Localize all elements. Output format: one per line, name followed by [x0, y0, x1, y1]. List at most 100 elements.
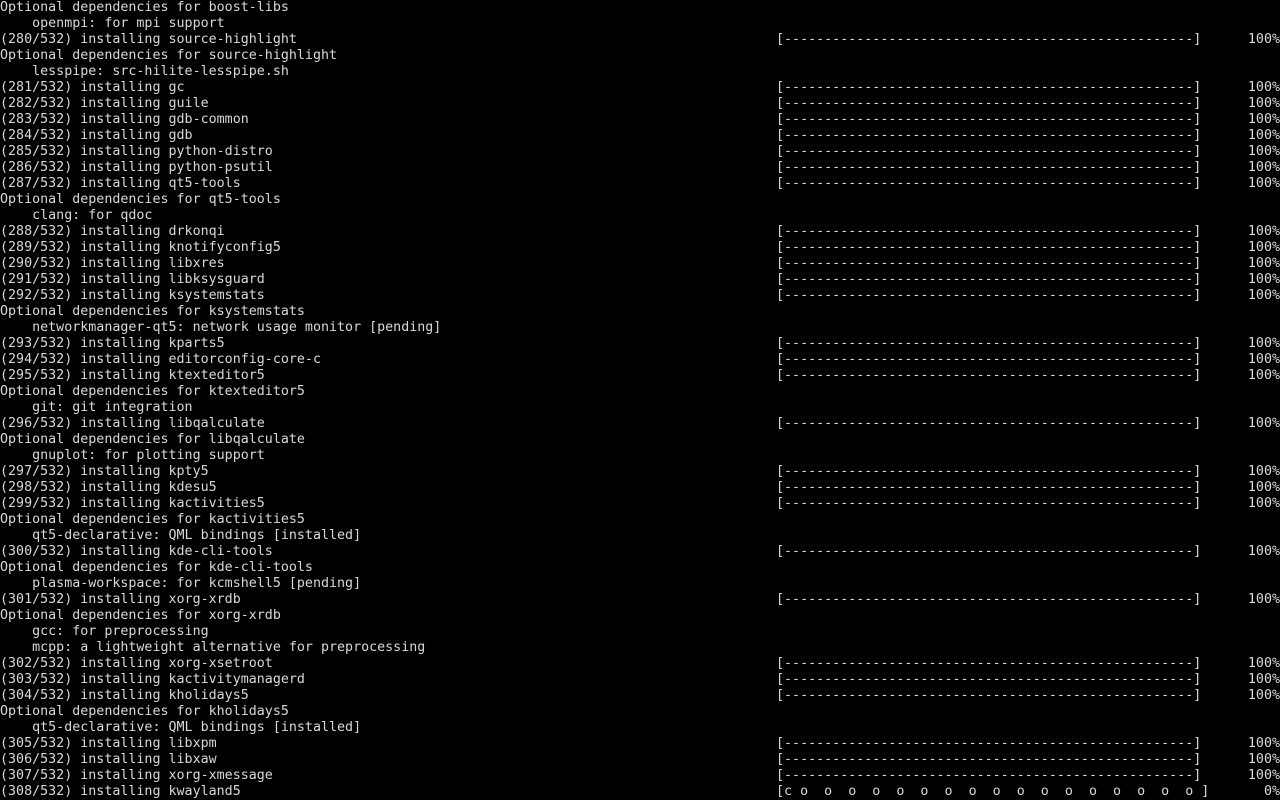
progress-bar: [---------------------------------------…: [776, 112, 1202, 127]
install-status-text: (303/532) installing kactivitymanagerd: [0, 672, 305, 687]
output-text: qt5-declarative: QML bindings [installed…: [0, 528, 362, 543]
progress-percent: 100%: [1247, 592, 1280, 607]
install-status-text: (304/532) installing kholidays5: [0, 688, 249, 703]
progress-percent: 100%: [1247, 688, 1280, 703]
progress-bar: [---------------------------------------…: [776, 592, 1202, 607]
terminal-output: Optional dependencies for boost-libs ope…: [0, 0, 1280, 800]
output-line: Optional dependencies for kde-cli-tools: [0, 560, 1280, 576]
progress-bar: [---------------------------------------…: [776, 672, 1202, 687]
install-progress-line: (308/532) installing kwayland5 [c o o o o…: [0, 784, 1280, 800]
install-status-text: (308/532) installing kwayland5: [0, 784, 241, 799]
install-status-text: (289/532) installing knotifyconfig5: [0, 240, 281, 255]
progress-bar: [---------------------------------------…: [776, 32, 1202, 47]
install-progress-line: (297/532) installing kpty5 [-------------…: [0, 464, 1280, 480]
output-line: Optional dependencies for boost-libs: [0, 0, 1280, 16]
output-line: Optional dependencies for ktexteditor5: [0, 384, 1280, 400]
install-status-text: (300/532) installing kde-cli-tools: [0, 544, 273, 559]
progress-bar: [---------------------------------------…: [776, 144, 1202, 159]
output-text: Optional dependencies for kholidays5: [0, 704, 289, 719]
progress-bar: [---------------------------------------…: [776, 160, 1202, 175]
output-text: Optional dependencies for libqalculate: [0, 432, 305, 447]
progress-bar: [---------------------------------------…: [776, 736, 1202, 751]
progress-percent: 100%: [1247, 96, 1280, 111]
install-status-text: (292/532) installing ksystemstats: [0, 288, 265, 303]
install-progress-line: (304/532) installing kholidays5 [--------…: [0, 688, 1280, 704]
progress-percent: 100%: [1247, 176, 1280, 191]
output-text: gnuplot: for plotting support: [0, 448, 265, 463]
progress-percent: 100%: [1247, 32, 1280, 47]
output-line: git: git integration: [0, 400, 1280, 416]
install-status-text: (280/532) installing source-highlight: [0, 32, 297, 47]
output-text: Optional dependencies for kactivities5: [0, 512, 305, 527]
progress-bar: [---------------------------------------…: [776, 272, 1202, 287]
output-text: git: git integration: [0, 400, 193, 415]
progress-bar: [---------------------------------------…: [776, 496, 1202, 511]
install-status-text: (286/532) installing python-psutil: [0, 160, 273, 175]
progress-percent: 100%: [1247, 128, 1280, 143]
install-status-text: (297/532) installing kpty5: [0, 464, 209, 479]
progress-percent: 100%: [1247, 288, 1280, 303]
install-progress-line: (288/532) installing drkonqi [-----------…: [0, 224, 1280, 240]
output-line: Optional dependencies for xorg-xrdb: [0, 608, 1280, 624]
output-line: Optional dependencies for kactivities5: [0, 512, 1280, 528]
progress-percent: 100%: [1247, 752, 1280, 767]
output-line: lesspipe: src-hilite-lesspipe.sh: [0, 64, 1280, 80]
output-text: Optional dependencies for kde-cli-tools: [0, 560, 313, 575]
progress-bar: [---------------------------------------…: [776, 176, 1202, 191]
progress-percent: 100%: [1247, 768, 1280, 783]
install-status-text: (296/532) installing libqalculate: [0, 416, 265, 431]
progress-percent: 100%: [1247, 480, 1280, 495]
progress-percent: 100%: [1247, 224, 1280, 239]
install-progress-line: (282/532) installing guile [-------------…: [0, 96, 1280, 112]
progress-percent: 100%: [1247, 240, 1280, 255]
progress-bar: [---------------------------------------…: [776, 368, 1202, 383]
output-line: Optional dependencies for kholidays5: [0, 704, 1280, 720]
install-progress-line: (303/532) installing kactivitymanagerd [-…: [0, 672, 1280, 688]
output-text: Optional dependencies for xorg-xrdb: [0, 608, 281, 623]
progress-percent: 100%: [1247, 256, 1280, 271]
install-progress-line: (293/532) installing kparts5 [-----------…: [0, 336, 1280, 352]
output-line: qt5-declarative: QML bindings [installed…: [0, 720, 1280, 736]
install-progress-line: (285/532) installing python-distro [-----…: [0, 144, 1280, 160]
install-status-text: (290/532) installing libxres: [0, 256, 225, 271]
progress-percent: 100%: [1247, 496, 1280, 511]
output-line: Optional dependencies for source-highlig…: [0, 48, 1280, 64]
output-text: Optional dependencies for source-highlig…: [0, 48, 338, 63]
install-status-text: (305/532) installing libxpm: [0, 736, 217, 751]
progress-percent: 100%: [1247, 112, 1280, 127]
output-text: clang: for qdoc: [0, 208, 153, 223]
install-status-text: (301/532) installing xorg-xrdb: [0, 592, 241, 607]
install-progress-line: (295/532) installing ktexteditor5 [------…: [0, 368, 1280, 384]
install-progress-line: (283/532) installing gdb-common [--------…: [0, 112, 1280, 128]
progress-percent: 100%: [1247, 272, 1280, 287]
progress-bar: [---------------------------------------…: [776, 464, 1202, 479]
output-line: gnuplot: for plotting support: [0, 448, 1280, 464]
install-status-text: (302/532) installing xorg-xsetroot: [0, 656, 273, 671]
progress-percent: 0%: [1263, 784, 1280, 799]
output-text: Optional dependencies for qt5-tools: [0, 192, 281, 207]
progress-bar: [---------------------------------------…: [776, 240, 1202, 255]
install-progress-line: (291/532) installing libksysguard [------…: [0, 272, 1280, 288]
output-line: openmpi: for mpi support: [0, 16, 1280, 32]
progress-bar: [---------------------------------------…: [776, 544, 1202, 559]
progress-percent: 100%: [1247, 160, 1280, 175]
install-progress-line: (300/532) installing kde-cli-tools [-----…: [0, 544, 1280, 560]
install-progress-line: (290/532) installing libxres [-----------…: [0, 256, 1280, 272]
install-status-text: (294/532) installing editorconfig-core-c: [0, 352, 321, 367]
install-status-text: (299/532) installing kactivities5: [0, 496, 265, 511]
output-line: gcc: for preprocessing: [0, 624, 1280, 640]
progress-bar: [---------------------------------------…: [776, 480, 1202, 495]
output-text: lesspipe: src-hilite-lesspipe.sh: [0, 64, 289, 79]
install-status-text: (285/532) installing python-distro: [0, 144, 273, 159]
install-progress-line: (292/532) installing ksystemstats [------…: [0, 288, 1280, 304]
output-line: clang: for qdoc: [0, 208, 1280, 224]
install-progress-line: (305/532) installing libxpm [------------…: [0, 736, 1280, 752]
install-progress-line: (294/532) installing editorconfig-core-c…: [0, 352, 1280, 368]
output-text: gcc: for preprocessing: [0, 624, 209, 639]
progress-percent: 100%: [1247, 80, 1280, 95]
output-line: mcpp: a lightweight alternative for prep…: [0, 640, 1280, 656]
install-progress-line: (289/532) installing knotifyconfig5 [----…: [0, 240, 1280, 256]
output-text: Optional dependencies for ktexteditor5: [0, 384, 305, 399]
install-status-text: (282/532) installing guile: [0, 96, 209, 111]
install-status-text: (284/532) installing gdb: [0, 128, 193, 143]
